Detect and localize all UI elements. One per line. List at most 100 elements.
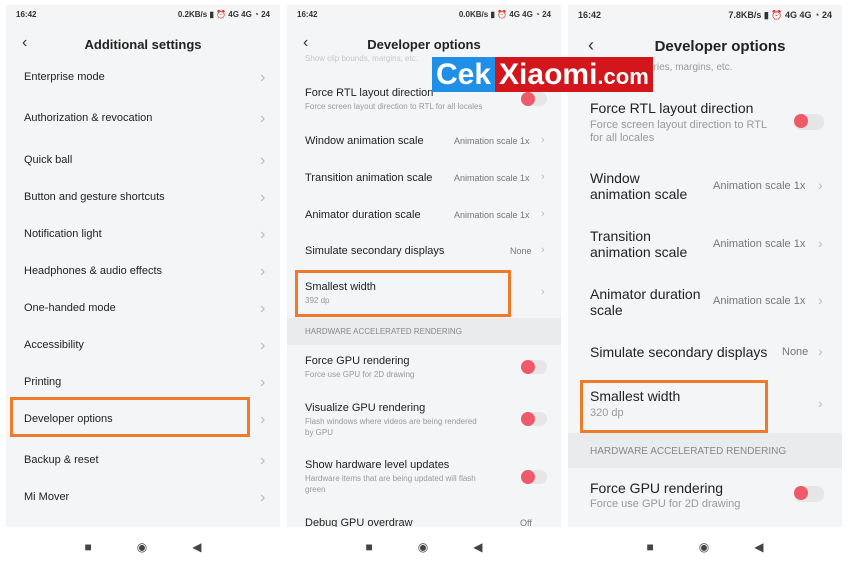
- back-button[interactable]: ◀: [473, 540, 482, 554]
- back-arrow-icon[interactable]: ‹: [588, 35, 594, 56]
- force-gpu-toggle[interactable]: [521, 360, 547, 374]
- animator-duration-scale[interactable]: Animator duration scale: [305, 209, 421, 221]
- chevron-right-icon: ›: [818, 395, 823, 411]
- chevron-right-icon: ›: [260, 69, 266, 86]
- nav-bar: ■ ◉ ◀: [6, 532, 280, 562]
- animator-duration-scale[interactable]: Animator duration: [590, 286, 701, 302]
- home-button[interactable]: ◉: [137, 540, 147, 554]
- force-gpu-rendering[interactable]: Force GPU rendering: [590, 480, 723, 496]
- status-bar: 16:42 0.2KB/s ▮ ⏰ 4G 4G ◔ 24: [16, 10, 270, 19]
- chevron-right-icon: ›: [260, 300, 266, 317]
- cekxiaomi-watermark: Cek Xiaomi.com: [432, 57, 653, 92]
- partial-row: Show clip bounds, margins, etc.: [305, 54, 418, 63]
- force-gpu-toggle[interactable]: [794, 486, 824, 502]
- settings-item-notification-light[interactable]: Notification light: [24, 228, 102, 240]
- force-rtl-sub: Force screen layout direction to RTL: [590, 119, 768, 131]
- chevron-right-icon: ›: [260, 263, 266, 280]
- settings-item-quick-ball[interactable]: Quick ball: [24, 154, 72, 166]
- settings-item-enterprise-mode[interactable]: Enterprise mode: [24, 71, 105, 83]
- show-hardware-updates[interactable]: Show hardware level updates: [305, 459, 449, 471]
- hw-updates-sub: Hardware items that are being updated wi…: [305, 474, 476, 483]
- chevron-right-icon: ›: [260, 189, 266, 206]
- page-title: Developer options: [654, 38, 786, 55]
- battery-icon: 24: [261, 10, 270, 19]
- recents-button[interactable]: ■: [647, 540, 654, 554]
- force-gpu-rendering[interactable]: Force GPU rendering: [305, 355, 410, 367]
- chevron-right-icon: ›: [260, 152, 266, 169]
- force-gpu-sub: Force use GPU for 2D drawing: [305, 370, 415, 379]
- back-button[interactable]: ◀: [192, 540, 201, 554]
- chevron-right-icon: ›: [818, 343, 823, 359]
- animator-duration-value: Animation scale 1x: [454, 210, 530, 220]
- transition-animation-value: Animation scale 1x: [454, 173, 530, 183]
- transition-animation-scale[interactable]: Transition: [590, 228, 651, 244]
- animator-duration-value: Animation scale 1x: [713, 295, 806, 307]
- status-bar: 16:42 7.8KB/s ▮ ⏰ 4G 4G ◔ 24: [578, 10, 832, 20]
- window-animation-scale[interactable]: Window animation scale: [305, 135, 424, 147]
- chevron-right-icon: ›: [260, 452, 266, 469]
- force-rtl-title[interactable]: Force RTL layout direction: [590, 100, 753, 116]
- hw-updates-sub2: green: [305, 485, 326, 494]
- visualize-gpu-toggle[interactable]: [521, 412, 547, 426]
- settings-item-authorization-revocation[interactable]: Authorization & revocation: [24, 112, 152, 124]
- chevron-right-icon: ›: [260, 411, 266, 428]
- chevron-right-icon: ›: [260, 374, 266, 391]
- section-label: HARDWARE ACCELERATED RENDERING: [305, 327, 462, 336]
- force-gpu-sub: Force use GPU for 2D drawing: [590, 498, 741, 510]
- visualize-gpu-rendering[interactable]: Visualize GPU rendering: [305, 402, 425, 414]
- highlight-box: [295, 270, 511, 317]
- section-header: HARDWARE ACCELERATED RENDERING: [287, 318, 561, 345]
- chevron-right-icon: ›: [541, 171, 545, 183]
- settings-item-button-and-gesture-shortcuts[interactable]: Button and gesture shortcuts: [24, 191, 165, 203]
- status-time: 16:42: [16, 10, 37, 19]
- window-animation-value: Animation scale 1x: [454, 136, 530, 146]
- force-rtl-sub: Force screen layout direction to RTL for…: [305, 102, 483, 111]
- simulate-secondary-displays[interactable]: Simulate secondary displays: [305, 245, 444, 257]
- home-button[interactable]: ◉: [699, 540, 709, 554]
- force-rtl-toggle[interactable]: [521, 92, 547, 106]
- battery-icon: 24: [821, 10, 832, 20]
- force-rtl-sub2: for all locales: [590, 132, 655, 144]
- page-title: Developer options: [367, 37, 481, 52]
- highlight-box: [10, 397, 250, 437]
- home-button[interactable]: ◉: [418, 540, 428, 554]
- settings-item-backup-reset[interactable]: Backup & reset: [24, 454, 99, 466]
- watermark-part1: Cek: [432, 57, 496, 92]
- watermark-part2: Xiaomi: [499, 58, 598, 91]
- nav-bar: ■ ◉ ◀: [568, 532, 842, 562]
- force-rtl-toggle[interactable]: [794, 114, 824, 130]
- back-button[interactable]: ◀: [754, 540, 763, 554]
- chevron-right-icon: ›: [541, 134, 545, 146]
- status-time: 16:42: [297, 10, 318, 19]
- window-animation-scale[interactable]: Window: [590, 170, 640, 186]
- chevron-right-icon: ›: [541, 286, 545, 298]
- status-time: 16:42: [578, 10, 602, 20]
- section-header: HARDWARE ACCELERATED RENDERING: [568, 433, 842, 468]
- chevron-right-icon: ›: [260, 337, 266, 354]
- transition-animation-scale-line2: animation scale: [590, 244, 688, 260]
- transition-animation-scale[interactable]: Transition animation scale: [305, 172, 432, 184]
- recents-button[interactable]: ■: [85, 540, 92, 554]
- visualize-gpu-sub2: by GPU: [305, 428, 334, 437]
- chevron-right-icon: ›: [260, 489, 266, 506]
- debug-gpu-overdraw[interactable]: Debug GPU overdraw: [305, 517, 413, 527]
- chevron-right-icon: ›: [818, 177, 823, 193]
- recents-button[interactable]: ■: [366, 540, 373, 554]
- watermark-part3: .com: [597, 64, 649, 89]
- force-rtl-title[interactable]: Force RTL layout direction: [305, 87, 433, 99]
- chevron-right-icon: ›: [818, 292, 823, 308]
- network-speed: 0.0KB/s: [458, 10, 489, 19]
- additional-settings-screen: 16:42 0.2KB/s ▮ ⏰ 4G 4G ◔ 24 ‹ Additional…: [6, 5, 280, 527]
- settings-item-one-handed-mode[interactable]: One-handed mode: [24, 302, 116, 314]
- simulate-secondary-displays[interactable]: Simulate secondary displays: [590, 344, 767, 360]
- chevron-right-icon: ›: [260, 226, 266, 243]
- settings-item-accessibility[interactable]: Accessibility: [24, 339, 84, 351]
- hw-updates-toggle[interactable]: [521, 470, 547, 484]
- settings-item-mi-mover[interactable]: Mi Mover: [24, 491, 69, 503]
- highlight-box: [580, 380, 768, 433]
- partial-row: aries, margins, etc.: [648, 62, 733, 73]
- settings-item-headphones-audio-effects[interactable]: Headphones & audio effects: [24, 265, 162, 277]
- section-label: HARDWARE ACCELERATED RENDERING: [590, 446, 787, 457]
- animator-duration-scale-line2: scale: [590, 302, 623, 318]
- settings-item-printing[interactable]: Printing: [24, 376, 61, 388]
